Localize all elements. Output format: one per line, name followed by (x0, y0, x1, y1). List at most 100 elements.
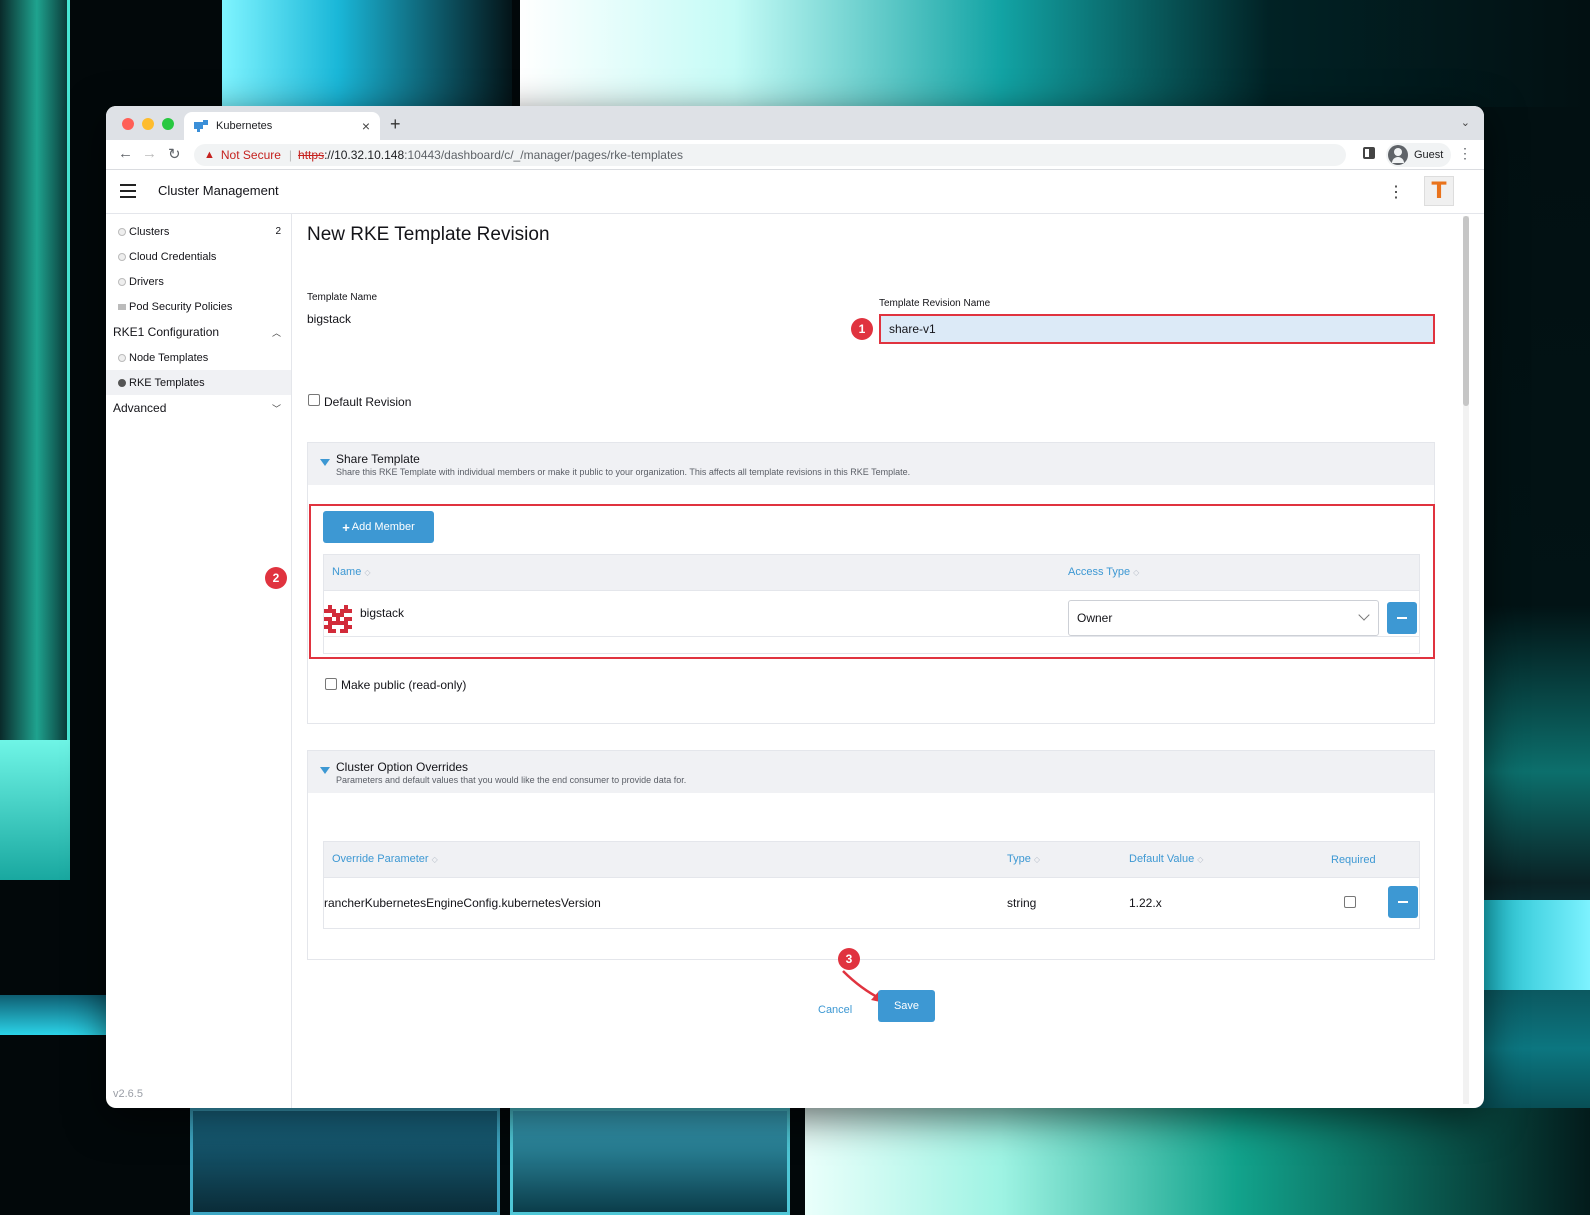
sort-icon: ◇ (364, 568, 371, 577)
profile-avatar-icon (1388, 145, 1408, 165)
column-header-name[interactable]: Name ◇ (332, 566, 371, 578)
nav-item-label: Node Templates (129, 351, 209, 364)
browser-window: Kubernetes × + ⌄ ← → ↻ ▲ Not Secure | ht… (106, 106, 1484, 1108)
section-description: Share this RKE Template with individual … (336, 467, 911, 477)
minimize-window-button[interactable] (142, 118, 154, 130)
tab-search-chevron-icon[interactable]: ⌄ (1461, 116, 1470, 129)
override-type-value: string (1007, 896, 1037, 910)
add-member-button[interactable]: + Add Member (323, 511, 434, 543)
forward-icon[interactable]: → (142, 145, 157, 162)
nav-item-rke-templates[interactable]: RKE Templates (106, 370, 291, 395)
back-icon[interactable]: ← (118, 145, 133, 162)
nav-item-pod-security-policies[interactable]: Pod Security Policies (106, 294, 291, 319)
circle-icon (118, 277, 126, 286)
column-header-override-parameter[interactable]: Override Parameter ◇ (332, 853, 438, 865)
access-type-select[interactable]: Owner (1068, 600, 1379, 636)
column-header-default-value[interactable]: Default Value ◇ (1129, 853, 1203, 865)
overrides-header[interactable]: Cluster Option Overrides Parameters and … (308, 751, 1434, 793)
member-name: bigstack (360, 606, 405, 620)
new-tab-button[interactable]: + (390, 114, 401, 135)
url-scheme: https (298, 148, 325, 162)
make-public-checkbox[interactable] (325, 678, 337, 690)
main-content: New RKE Template Revision Template Name … (265, 214, 1472, 1108)
close-window-button[interactable] (122, 118, 134, 130)
url-host: ://10.32.10.148 (324, 148, 405, 162)
app-version: v2.6.5 (113, 1088, 143, 1100)
table-row: bigstack Owner (324, 591, 1419, 637)
template-name-value: bigstack (307, 312, 352, 326)
circle-icon (118, 252, 126, 261)
maximize-window-button[interactable] (162, 118, 174, 130)
share-template-header[interactable]: Share Template Share this RKE Template w… (308, 443, 1434, 485)
collapse-triangle-icon (320, 767, 330, 774)
side-navigation: Clusters 2 Cloud Credentials Drivers Pod… (106, 214, 292, 1108)
browser-titlebar: Kubernetes × + ⌄ (106, 106, 1484, 140)
url-path: :10443/dashboard/c/_/manager/pages/rke-t… (404, 148, 683, 162)
chevron-down-icon (1358, 609, 1370, 621)
nav-item-count: 2 (275, 226, 281, 237)
access-type-value: Owner (1077, 611, 1113, 625)
sort-icon: ◇ (1197, 855, 1204, 864)
minus-icon (1398, 901, 1408, 903)
sort-icon: ◇ (1133, 568, 1140, 577)
nav-item-label: Pod Security Policies (129, 300, 233, 313)
required-checkbox[interactable] (1344, 896, 1356, 908)
folder-icon (118, 303, 126, 310)
address-bar[interactable]: ▲ Not Secure | https ://10.32.10.148 :10… (194, 144, 1346, 166)
remove-override-button[interactable] (1388, 886, 1418, 918)
cancel-button[interactable]: Cancel (818, 1004, 852, 1016)
chevron-down-icon: ﹀ (271, 403, 281, 414)
profile-button[interactable]: Guest (1386, 143, 1452, 167)
remove-member-button[interactable] (1387, 602, 1417, 634)
overrides-table: Override Parameter ◇ Type ◇ Default Value ◇… (323, 841, 1420, 929)
nav-group-rke1-configuration[interactable]: RKE1 Configuration ︿ (106, 319, 291, 345)
nav-item-node-templates[interactable]: Node Templates (106, 345, 291, 370)
override-default-value: 1.22.x (1129, 896, 1162, 910)
nav-item-cloud-credentials[interactable]: Cloud Credentials (106, 244, 291, 269)
section-title: Share Template (336, 452, 420, 466)
side-panel-icon[interactable] (1363, 147, 1375, 159)
nav-item-label: Cloud Credentials (129, 250, 217, 263)
members-table-header: Name ◇ Access Type ◇ (324, 555, 1419, 591)
user-avatar[interactable]: T (1424, 176, 1454, 206)
sort-icon: ◇ (431, 855, 438, 864)
nav-group-label: RKE1 Configuration (113, 325, 220, 339)
more-options-icon[interactable]: ⋮ (1388, 182, 1404, 202)
scrollbar-thumb[interactable] (1463, 216, 1469, 406)
tab-title: Kubernetes (216, 120, 273, 132)
revision-name-input[interactable] (879, 314, 1435, 344)
profile-label: Guest (1414, 149, 1444, 161)
identicon-avatar (324, 605, 352, 633)
chevron-up-icon: ︿ (271, 327, 281, 338)
reload-icon[interactable]: ↻ (168, 145, 181, 163)
browser-toolbar: ← → ↻ ▲ Not Secure | https ://10.32.10.1… (106, 140, 1484, 170)
override-parameter-value: rancherKubernetesEngineConfig.kubernetes… (324, 896, 601, 910)
column-header-access-type[interactable]: Access Type ◇ (1068, 566, 1139, 578)
template-name-label: Template Name (307, 292, 378, 303)
nav-item-drivers[interactable]: Drivers (106, 269, 291, 294)
sort-icon: ◇ (1033, 855, 1041, 864)
annotation-badge-2: 2 (265, 567, 287, 589)
close-tab-icon[interactable]: × (362, 118, 370, 134)
annotation-badge-1: 1 (851, 318, 873, 340)
main-scrollbar[interactable] (1463, 216, 1469, 1104)
nav-item-label: Clusters (129, 225, 170, 238)
nav-item-label: Drivers (129, 275, 164, 288)
nav-item-label: RKE Templates (129, 376, 205, 389)
app-header: Cluster Management ⋮ T (106, 170, 1484, 214)
browser-tab[interactable]: Kubernetes × (184, 112, 380, 140)
nav-group-advanced[interactable]: Advanced ﹀ (106, 395, 291, 421)
page-title: New RKE Template Revision (307, 224, 550, 245)
plus-icon: + (342, 519, 350, 535)
default-revision-label: Default Revision (324, 395, 412, 409)
table-row: rancherKubernetesEngineConfig.kubernetes… (324, 878, 1419, 928)
default-revision-checkbox[interactable] (308, 394, 320, 406)
add-member-label: Add Member (351, 521, 415, 533)
overrides-table-header: Override Parameter ◇ Type ◇ Default Value ◇… (324, 842, 1419, 878)
window-controls (122, 118, 174, 130)
save-button[interactable]: Save (878, 990, 935, 1022)
column-header-type[interactable]: Type ◇ (1007, 853, 1040, 865)
nav-item-clusters[interactable]: Clusters 2 (106, 219, 291, 244)
browser-menu-icon[interactable]: ⋮ (1458, 145, 1472, 162)
hamburger-menu-icon[interactable] (120, 184, 136, 202)
